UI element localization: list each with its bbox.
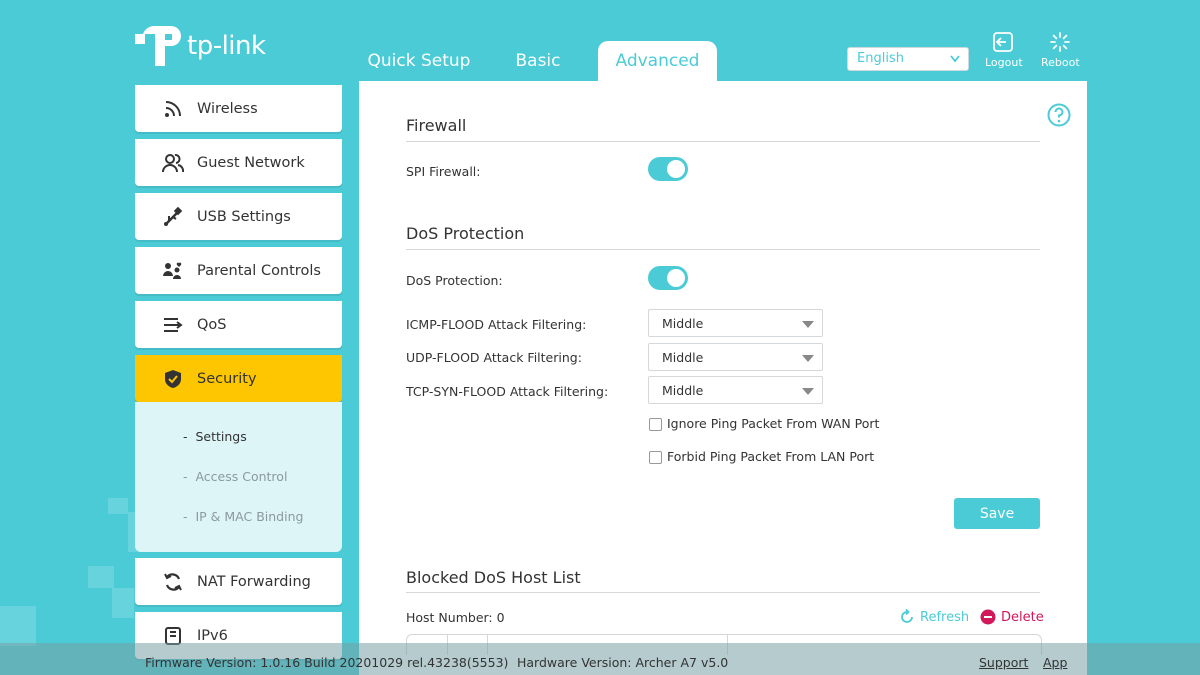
icmp-flood-select[interactable]: Middle — [648, 309, 823, 337]
divider — [406, 592, 1040, 593]
sidebar-item-label: Wireless — [197, 100, 258, 117]
chevron-down-icon — [950, 55, 960, 63]
brand-name: tp-link — [187, 31, 266, 61]
divider — [406, 141, 1040, 142]
sidebar-item-label: IPv6 — [197, 627, 228, 644]
tab-quick-setup[interactable]: Quick Setup — [360, 41, 478, 81]
sidebar-item-nat-forwarding[interactable]: NAT Forwarding — [135, 558, 342, 605]
udp-flood-select[interactable]: Middle — [648, 343, 823, 371]
refresh-button[interactable]: Refresh — [899, 609, 969, 625]
language-selected: English — [857, 51, 904, 66]
dropdown-arrow-icon — [802, 355, 814, 362]
tcp-syn-flood-select[interactable]: Middle — [648, 376, 823, 404]
sidebar-item-label: QoS — [197, 316, 227, 333]
sidebar-item-wireless[interactable]: Wireless — [135, 85, 342, 132]
qos-icon — [161, 313, 185, 337]
dropdown-arrow-icon — [802, 388, 814, 395]
sidebar-item-security[interactable]: Security — [135, 355, 342, 402]
dos-protection-toggle[interactable] — [648, 266, 688, 290]
delete-label: Delete — [1001, 609, 1044, 625]
spi-firewall-label: SPI Firewall: — [406, 164, 481, 179]
wireless-icon — [161, 97, 185, 121]
parental-controls-icon — [161, 259, 185, 283]
submenu-item-settings[interactable]: - Settings — [183, 429, 247, 444]
footer: Firmware Version: 1.0.16 Build 20201029 … — [0, 643, 1200, 675]
logout-button[interactable]: Logout — [985, 31, 1023, 69]
help-icon[interactable] — [1047, 103, 1071, 127]
logout-icon — [993, 32, 1013, 52]
background-decoration — [88, 566, 114, 588]
forbid-ping-label: Forbid Ping Packet From LAN Port — [667, 449, 875, 464]
usb-icon — [161, 205, 185, 229]
background-decoration — [108, 498, 128, 514]
tp-link-logo-icon — [135, 22, 183, 70]
dropdown-arrow-icon — [802, 321, 814, 328]
sidebar-item-parental-controls[interactable]: Parental Controls — [135, 247, 342, 294]
refresh-icon — [901, 609, 913, 623]
background-decoration — [112, 588, 134, 618]
refresh-label: Refresh — [920, 609, 970, 625]
tcp-syn-flood-value: Middle — [662, 383, 704, 398]
delete-button[interactable]: Delete — [980, 609, 1044, 625]
sidebar-item-label: Security — [197, 370, 257, 387]
tp-link-logo: tp-link — [135, 22, 266, 70]
logout-label: Logout — [985, 56, 1023, 69]
reboot-label: Reboot — [1041, 56, 1080, 69]
sidebar-item-label: USB Settings — [197, 208, 291, 225]
sidebar-item-label: Guest Network — [197, 154, 305, 171]
reboot-icon — [1050, 32, 1070, 52]
shield-icon — [161, 367, 185, 391]
udp-flood-value: Middle — [662, 350, 704, 365]
forbid-ping-checkbox[interactable] — [649, 451, 662, 464]
main-panel: Firewall SPI Firewall: DoS Protection Do… — [359, 81, 1087, 675]
tab-advanced[interactable]: Advanced — [598, 41, 717, 81]
reboot-button[interactable]: Reboot — [1041, 31, 1080, 69]
sidebar-item-usb-settings[interactable]: USB Settings — [135, 193, 342, 240]
submenu-item-ip-mac-binding[interactable]: - IP & MAC Binding — [183, 509, 303, 524]
save-button[interactable]: Save — [954, 498, 1040, 529]
sidebar-item-label: NAT Forwarding — [197, 573, 311, 590]
support-link[interactable]: Support — [979, 655, 1028, 670]
sidebar-item-qos[interactable]: QoS — [135, 301, 342, 348]
icmp-flood-value: Middle — [662, 316, 704, 331]
sidebar-item-guest-network[interactable]: Guest Network — [135, 139, 342, 186]
spi-firewall-toggle[interactable] — [648, 157, 688, 181]
ignore-ping-checkbox[interactable] — [649, 418, 662, 431]
language-select[interactable]: English — [847, 47, 969, 71]
icmp-flood-label: ICMP-FLOOD Attack Filtering: — [406, 317, 587, 332]
tcp-syn-flood-label: TCP-SYN-FLOOD Attack Filtering: — [406, 384, 609, 399]
delete-icon — [980, 609, 996, 625]
hardware-version: Hardware Version: Archer A7 v5.0 — [517, 655, 729, 670]
udp-flood-label: UDP-FLOOD Attack Filtering: — [406, 350, 582, 365]
sidebar-item-label: Parental Controls — [197, 262, 321, 279]
blocked-dos-host-list-title: Blocked DoS Host List — [406, 568, 581, 587]
background-decoration — [0, 606, 36, 646]
host-number: Host Number: 0 — [406, 610, 505, 625]
security-submenu: - Settings - Access Control - IP & MAC B… — [135, 402, 342, 552]
dos-protection-title: DoS Protection — [406, 224, 525, 243]
submenu-item-access-control[interactable]: - Access Control — [183, 469, 287, 484]
firewall-title: Firewall — [406, 116, 467, 135]
nat-icon — [161, 570, 185, 594]
app-link[interactable]: App — [1043, 655, 1067, 670]
tab-basic[interactable]: Basic — [488, 41, 588, 81]
firmware-version: Firmware Version: 1.0.16 Build 20201029 … — [145, 655, 509, 670]
guest-network-icon — [161, 151, 185, 175]
divider — [406, 249, 1040, 250]
ignore-ping-label: Ignore Ping Packet From WAN Port — [667, 416, 880, 431]
dos-protection-label: DoS Protection: — [406, 273, 503, 288]
